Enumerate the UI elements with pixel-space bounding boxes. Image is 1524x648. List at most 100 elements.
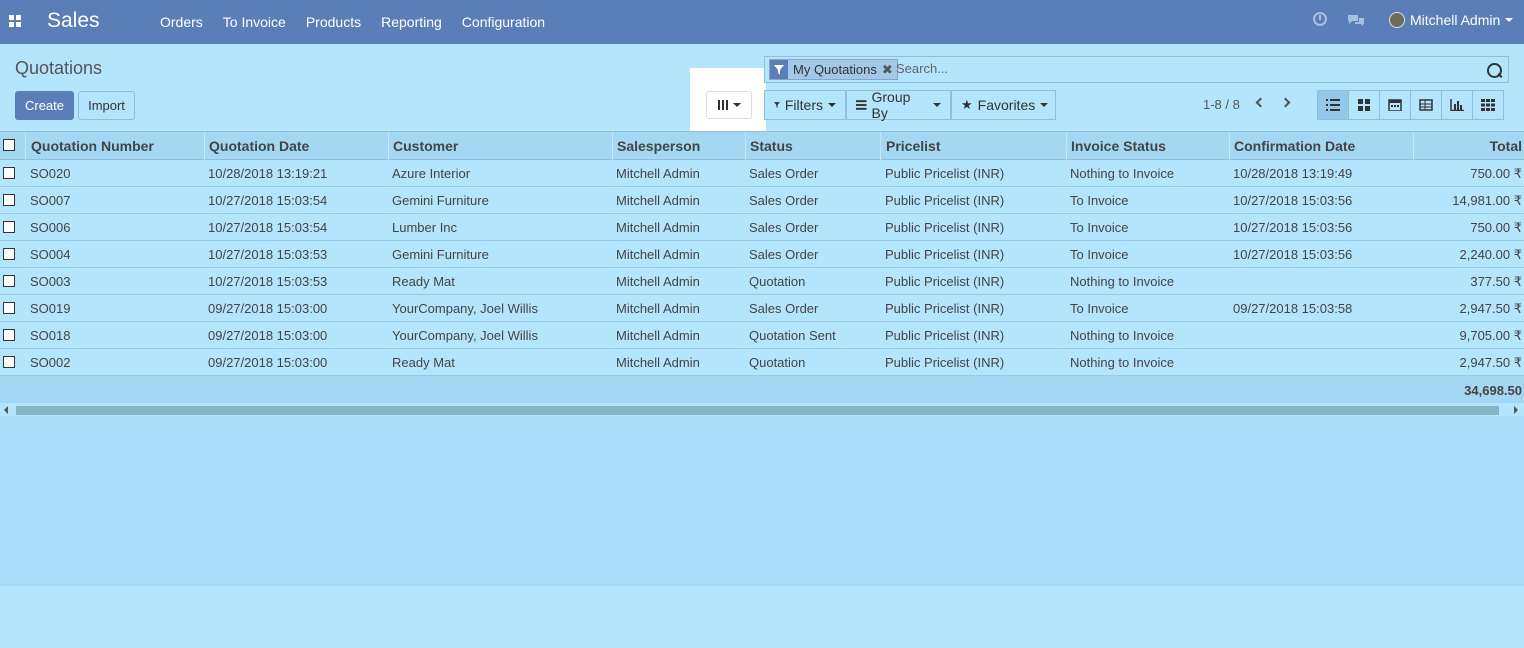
import-button[interactable]: Import xyxy=(78,91,135,120)
cell-status: Sales Order xyxy=(749,301,819,316)
kanban-view-button[interactable] xyxy=(1348,90,1380,120)
table-row[interactable]: SO007 10/27/2018 15:03:54 Gemini Furniture… xyxy=(0,187,1524,214)
cell-status: Quotation xyxy=(749,355,806,370)
cell-customer: YourCompany, Joel Willis xyxy=(392,301,538,316)
row-checkbox[interactable] xyxy=(3,275,15,287)
search-icon[interactable] xyxy=(1487,63,1502,78)
table-row[interactable]: SO019 09/27/2018 15:03:00 YourCompany, Joe… xyxy=(0,295,1524,322)
cell-pricelist: Public Pricelist (INR) xyxy=(885,220,1005,235)
create-button[interactable]: Create xyxy=(15,91,74,120)
cell-total: 2,947.50 ₹ xyxy=(1459,301,1523,316)
menu-item-configuration[interactable]: Configuration xyxy=(462,14,545,30)
row-checkbox[interactable] xyxy=(3,248,15,260)
apps-menu-icon[interactable] xyxy=(9,15,21,27)
close-icon[interactable]: ✖ xyxy=(882,62,897,78)
column-header-salesperson[interactable]: Salesperson xyxy=(617,138,700,154)
quotations-table: Quotation Number Quotation Date Customer… xyxy=(0,131,1524,403)
menu-item-products[interactable]: Products xyxy=(306,14,361,30)
cell-salesperson: Mitchell Admin xyxy=(616,247,700,262)
filter-icon xyxy=(770,60,788,79)
activity-clock-icon[interactable] xyxy=(1313,12,1327,26)
calendar-view-icon xyxy=(1388,99,1402,111)
column-header-customer[interactable]: Customer xyxy=(393,138,458,154)
scroll-right-icon[interactable] xyxy=(1514,406,1518,414)
horizontal-scrollbar[interactable] xyxy=(0,404,1524,416)
app-name[interactable]: Sales xyxy=(47,9,100,33)
graph-view-button[interactable] xyxy=(1441,90,1473,120)
cell-customer: YourCompany, Joel Willis xyxy=(392,328,538,343)
user-menu[interactable]: Mitchell Admin xyxy=(1389,12,1514,28)
cell-customer: Gemini Furniture xyxy=(392,193,489,208)
pivot-view-button[interactable] xyxy=(1410,90,1442,120)
table-row[interactable]: SO004 10/27/2018 15:03:53 Gemini Furniture… xyxy=(0,241,1524,268)
table-row[interactable]: SO002 09/27/2018 15:03:00 Ready Mat Mitchel… xyxy=(0,349,1524,376)
cell-quotation-date: 10/27/2018 15:03:53 xyxy=(208,274,328,289)
grid-view-button[interactable] xyxy=(1472,90,1504,120)
cell-customer: Ready Mat xyxy=(392,355,455,370)
search-facet: My Quotations ✖ xyxy=(769,59,898,80)
cell-quotation-number: SO002 xyxy=(30,355,71,370)
scroll-thumb[interactable] xyxy=(16,406,1499,415)
favorites-label: Favorites xyxy=(977,97,1036,113)
calendar-view-button[interactable] xyxy=(1379,90,1411,120)
star-icon: ★ xyxy=(961,97,973,112)
column-header-quotation-number[interactable]: Quotation Number xyxy=(31,138,154,154)
cell-customer: Gemini Furniture xyxy=(392,247,489,262)
cell-pricelist: Public Pricelist (INR) xyxy=(885,355,1005,370)
kanban-view-icon xyxy=(1358,99,1370,111)
cell-quotation-date: 09/27/2018 15:03:00 xyxy=(208,355,328,370)
chat-icon[interactable] xyxy=(1347,14,1365,27)
row-checkbox[interactable] xyxy=(3,167,15,179)
cell-invoice-status: Nothing to Invoice xyxy=(1070,166,1175,181)
group-by-dropdown[interactable]: Group By xyxy=(846,89,951,121)
column-header-pricelist[interactable]: Pricelist xyxy=(886,138,940,154)
column-header-invoice-status[interactable]: Invoice Status xyxy=(1071,138,1166,154)
chevron-right-icon[interactable] xyxy=(1280,97,1291,108)
row-checkbox[interactable] xyxy=(3,356,15,368)
page-title: Quotations xyxy=(15,58,103,78)
columns-icon xyxy=(717,100,728,110)
select-all-checkbox[interactable] xyxy=(3,139,15,151)
menu-item-reporting[interactable]: Reporting xyxy=(381,14,442,30)
cell-invoice-status: To Invoice xyxy=(1070,247,1129,262)
cell-salesperson: Mitchell Admin xyxy=(616,328,700,343)
column-toggle-button[interactable] xyxy=(706,91,752,119)
list-view-icon xyxy=(1326,99,1340,111)
cell-invoice-status: To Invoice xyxy=(1070,220,1129,235)
cell-invoice-status: Nothing to Invoice xyxy=(1070,328,1175,343)
top-navbar: Sales Orders To Invoice Products Reporti… xyxy=(0,0,1524,44)
cell-pricelist: Public Pricelist (INR) xyxy=(885,328,1005,343)
table-row[interactable]: SO020 10/28/2018 13:19:21 Azure Interior Mi… xyxy=(0,160,1524,187)
search-input[interactable] xyxy=(896,61,1456,76)
cell-status: Quotation xyxy=(749,274,806,289)
table-row[interactable]: SO018 09/27/2018 15:03:00 YourCompany, Joe… xyxy=(0,322,1524,349)
pager-value[interactable]: 1-8 / 8 xyxy=(1203,97,1240,112)
column-header-confirmation-date[interactable]: Confirmation Date xyxy=(1234,138,1355,154)
main-menu: Orders To Invoice Products Reporting Con… xyxy=(160,14,545,30)
chevron-left-icon[interactable] xyxy=(1255,97,1266,108)
column-header-total[interactable]: Total xyxy=(1490,138,1522,154)
cell-invoice-status: Nothing to Invoice xyxy=(1070,355,1175,370)
menu-item-orders[interactable]: Orders xyxy=(160,14,203,30)
filters-dropdown[interactable]: Filters xyxy=(764,90,846,120)
list-view-button[interactable] xyxy=(1317,90,1349,120)
row-checkbox[interactable] xyxy=(3,221,15,233)
row-checkbox[interactable] xyxy=(3,329,15,341)
cell-total: 750.00 ₹ xyxy=(1470,166,1522,181)
column-header-quotation-date[interactable]: Quotation Date xyxy=(209,138,309,154)
cell-customer: Lumber Inc xyxy=(392,220,458,235)
table-row[interactable]: SO003 10/27/2018 15:03:53 Ready Mat Mitchel… xyxy=(0,268,1524,295)
column-header-status[interactable]: Status xyxy=(750,138,793,154)
chevron-down-icon xyxy=(732,103,741,107)
menu-item-to-invoice[interactable]: To Invoice xyxy=(223,14,286,30)
cell-salesperson: Mitchell Admin xyxy=(616,355,700,370)
table-row[interactable]: SO006 10/27/2018 15:03:54 Lumber Inc Mitche… xyxy=(0,214,1524,241)
scroll-left-icon[interactable] xyxy=(4,406,8,414)
row-checkbox[interactable] xyxy=(3,302,15,314)
cell-quotation-number: SO006 xyxy=(30,220,71,235)
favorites-dropdown[interactable]: ★ Favorites xyxy=(951,90,1056,120)
user-name: Mitchell Admin xyxy=(1410,12,1501,28)
cell-quotation-number: SO019 xyxy=(30,301,71,316)
row-checkbox[interactable] xyxy=(3,194,15,206)
cell-status: Sales Order xyxy=(749,247,819,262)
